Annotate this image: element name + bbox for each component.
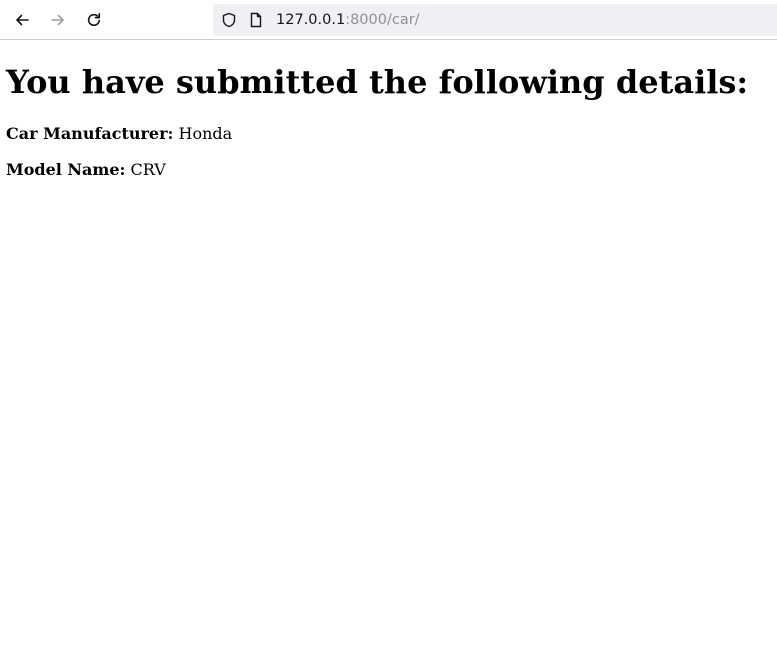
detail-car-manufacturer: Car Manufacturer: Honda — [6, 124, 777, 144]
page-content: You have submitted the following details… — [6, 41, 777, 180]
browser-toolbar: 127.0.0.1:8000/car/ — [0, 0, 777, 40]
detail-model-name: Model Name: CRV — [6, 160, 777, 180]
detail-value: CRV — [130, 160, 166, 179]
detail-label: Car Manufacturer: — [6, 124, 174, 143]
url-path: :8000/car/ — [345, 12, 420, 28]
reload-button[interactable] — [80, 6, 108, 34]
url-text[interactable]: 127.0.0.1:8000/car/ — [276, 10, 420, 30]
forward-arrow-icon — [50, 12, 66, 28]
page-heading: You have submitted the following details… — [6, 63, 749, 101]
back-arrow-icon — [14, 12, 30, 28]
detail-value: Honda — [178, 124, 233, 143]
forward-button[interactable] — [44, 6, 72, 34]
shield-icon[interactable] — [221, 12, 237, 28]
back-button[interactable] — [8, 6, 36, 34]
page-icon[interactable] — [248, 12, 264, 28]
detail-label: Model Name: — [6, 160, 126, 179]
address-bar[interactable]: 127.0.0.1:8000/car/ — [213, 4, 777, 36]
reload-icon — [86, 12, 102, 28]
url-host: 127.0.0.1 — [276, 12, 346, 28]
